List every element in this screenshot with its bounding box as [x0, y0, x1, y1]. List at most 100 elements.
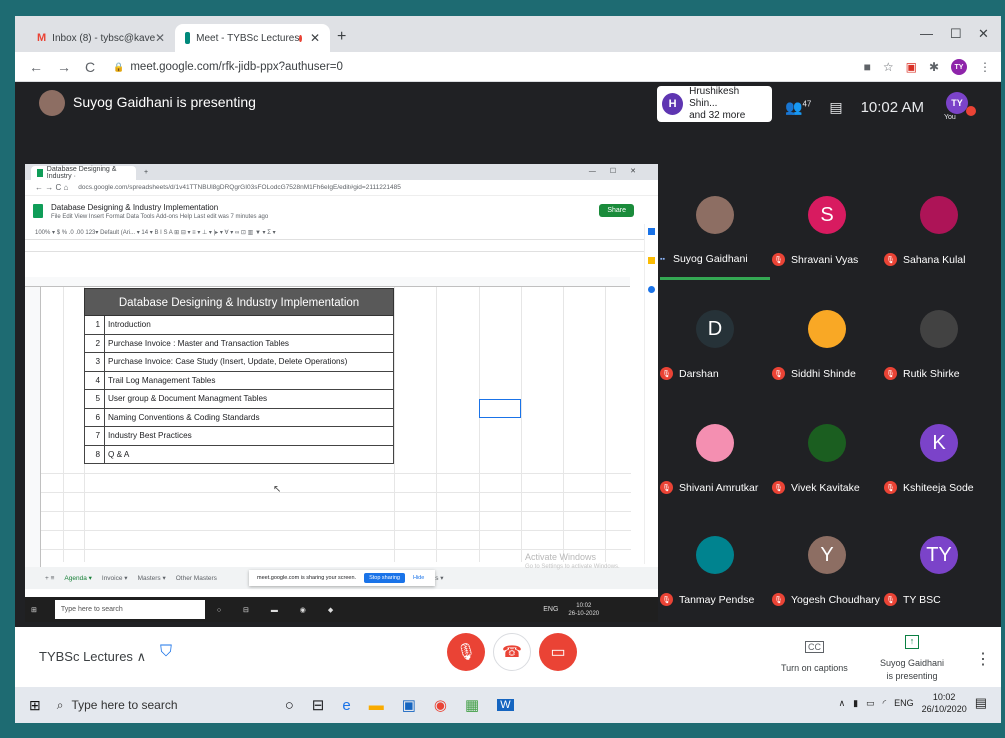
meet-top-actions: 👥47 ▤ 10:02 AM TY You: [785, 92, 976, 122]
name-text: Tanmay Pendse: [679, 593, 755, 606]
tab-inbox[interactable]: M Inbox (8) - tybsc@kaveri.edu.in - ✕: [27, 24, 175, 52]
meet-icon: [185, 32, 191, 44]
url-field[interactable]: 🔒 meet.google.com/rfk-jidb-ppx?authuser=0: [113, 61, 343, 73]
captions-button[interactable]: Turn on captions: [781, 663, 848, 673]
row-number: 4: [85, 371, 105, 389]
photos-icon[interactable]: ▦: [465, 696, 479, 714]
gridline: [41, 511, 631, 512]
taskbar-search[interactable]: ⌕ Type here to search: [57, 692, 267, 718]
participant-tile[interactable]: 🎙 Sahana Kulal: [884, 196, 994, 306]
participant-tile[interactable]: ▪▪ Suyog Gaidhani: [660, 196, 770, 306]
row-number: 2: [85, 334, 105, 352]
tab-title: Inbox (8) - tybsc@kaveri.edu.in -: [52, 32, 155, 44]
presenting-status[interactable]: Suyog Gaidhani is presenting: [877, 657, 947, 683]
gridline: [563, 287, 564, 562]
extension-icon[interactable]: ▣: [906, 60, 917, 74]
window-controls: —☐✕: [588, 168, 650, 175]
sheets-icon: [37, 169, 43, 177]
profile-avatar[interactable]: TY: [951, 59, 967, 75]
battery-icon[interactable]: ▭: [866, 698, 875, 709]
wifi-icon[interactable]: ◜: [883, 698, 887, 709]
side-panel: [644, 224, 658, 564]
row-number: 5: [85, 390, 105, 408]
participant-name: 🎙 Vivek Kavitake: [772, 481, 902, 494]
gridline: [41, 473, 631, 474]
tray-clock[interactable]: 10:02 26/10/2020: [922, 691, 967, 715]
row-number: 3: [85, 353, 105, 371]
self-avatar[interactable]: TY You: [942, 92, 976, 122]
participant-tile[interactable]: 🎙 Vivek Kavitake: [772, 424, 882, 534]
sheet-tab: Masters ▾: [137, 575, 166, 582]
captions-icon[interactable]: CC: [805, 641, 824, 653]
chevron-up-icon: ∧: [136, 649, 147, 664]
participant-tile[interactable]: 🎙 Rutik Shirke: [884, 310, 994, 420]
tray-chevron-icon[interactable]: ∧: [839, 698, 846, 709]
meeting-details-button[interactable]: TYBSc Lectures ∧: [39, 649, 146, 665]
participant-tile[interactable]: S 🎙 Shravani Vyas: [772, 196, 882, 306]
file-explorer-icon[interactable]: ▬: [369, 697, 384, 714]
people-button[interactable]: 👥47: [785, 99, 811, 116]
avatar: [696, 536, 734, 574]
name-text: Siddhi Shinde: [791, 367, 856, 380]
reload-icon[interactable]: C: [85, 59, 95, 75]
mic-off-icon: 🎙: [772, 367, 785, 380]
star-icon[interactable]: ☆: [883, 60, 894, 74]
leave-call-button[interactable]: ☎: [493, 633, 531, 671]
sheet-tab: Invoice ▾: [101, 575, 128, 582]
camera-toggle-button[interactable]: ▭: [539, 633, 577, 671]
puzzle-icon[interactable]: ✱: [929, 60, 939, 74]
speaker-icon[interactable]: ▮: [853, 698, 858, 709]
participant-tile[interactable]: K 🎙 Kshiteeja Sode: [884, 424, 994, 534]
mic-toggle-button[interactable]: 🎙: [447, 633, 485, 671]
meet-stage: Suyog Gaidhani is presenting H Hrushikes…: [15, 82, 1001, 627]
search-icon: ⌕: [56, 697, 64, 712]
camera-icon[interactable]: ■: [864, 60, 871, 74]
self-initials: TY: [945, 92, 968, 114]
participant-tile[interactable]: D 🎙 Darshan: [660, 310, 770, 420]
row-number: 6: [85, 408, 105, 426]
present-icon[interactable]: ↑: [905, 635, 919, 649]
windows-start-icon[interactable]: ⊞: [29, 697, 41, 714]
shield-icon[interactable]: ⛉: [160, 643, 176, 663]
chat-icon[interactable]: ▤: [829, 99, 842, 116]
row-text: Naming Conventions & Coding Standards: [108, 412, 260, 422]
cortana-icon[interactable]: ○: [285, 697, 294, 714]
name-text: Shravani Vyas: [791, 253, 859, 266]
gridline: [41, 549, 631, 550]
avatar: S: [808, 196, 846, 234]
more-options-icon[interactable]: ⋮: [975, 649, 991, 669]
forward-icon[interactable]: →: [57, 59, 71, 75]
avatar: K: [920, 424, 958, 462]
participant-tile[interactable]: 🎙 Siddhi Shinde: [772, 310, 882, 420]
menu-icon[interactable]: ⋮: [979, 60, 991, 74]
avatar: [808, 424, 846, 462]
gridline: [436, 287, 437, 562]
presentation-header: Suyog Gaidhani is presenting H Hrushikes…: [15, 82, 1001, 136]
window-close-icon[interactable]: ✕: [978, 26, 989, 42]
language-indicator[interactable]: ENG: [894, 698, 914, 708]
cursor-icon: ↖: [273, 484, 282, 495]
avatar: D: [696, 310, 734, 348]
tab-meet[interactable]: Meet - TYBSc Lectures ✕: [175, 24, 330, 52]
sheets-logo-icon: [33, 204, 43, 218]
notifications-icon[interactable]: ▤: [975, 695, 987, 711]
keep-icon: [648, 257, 655, 264]
participants-chip[interactable]: H Hrushikesh Shin... and 32 more: [657, 86, 772, 122]
edge-icon[interactable]: e: [342, 697, 350, 714]
minimize-icon[interactable]: —: [920, 26, 933, 41]
participant-tile[interactable]: 🎙 Shivani Amrutkar: [660, 424, 770, 534]
back-icon[interactable]: ←: [29, 59, 43, 75]
time: 10:02: [576, 602, 592, 609]
store-icon[interactable]: ▣: [402, 696, 416, 714]
word-icon[interactable]: W: [497, 699, 514, 711]
close-icon[interactable]: ✕: [310, 31, 320, 45]
task-view-icon[interactable]: ⊟: [312, 696, 325, 714]
tray-clock: 10:02 26-10-2020: [568, 602, 599, 618]
new-tab-button[interactable]: +: [337, 28, 346, 46]
gridline: [41, 492, 631, 493]
close-icon[interactable]: ✕: [155, 31, 165, 45]
maximize-icon[interactable]: ☐: [950, 26, 962, 42]
time: 10:02: [932, 692, 956, 702]
mic-off-icon: 🎙: [455, 644, 477, 661]
chrome-icon[interactable]: ◉: [434, 696, 447, 714]
